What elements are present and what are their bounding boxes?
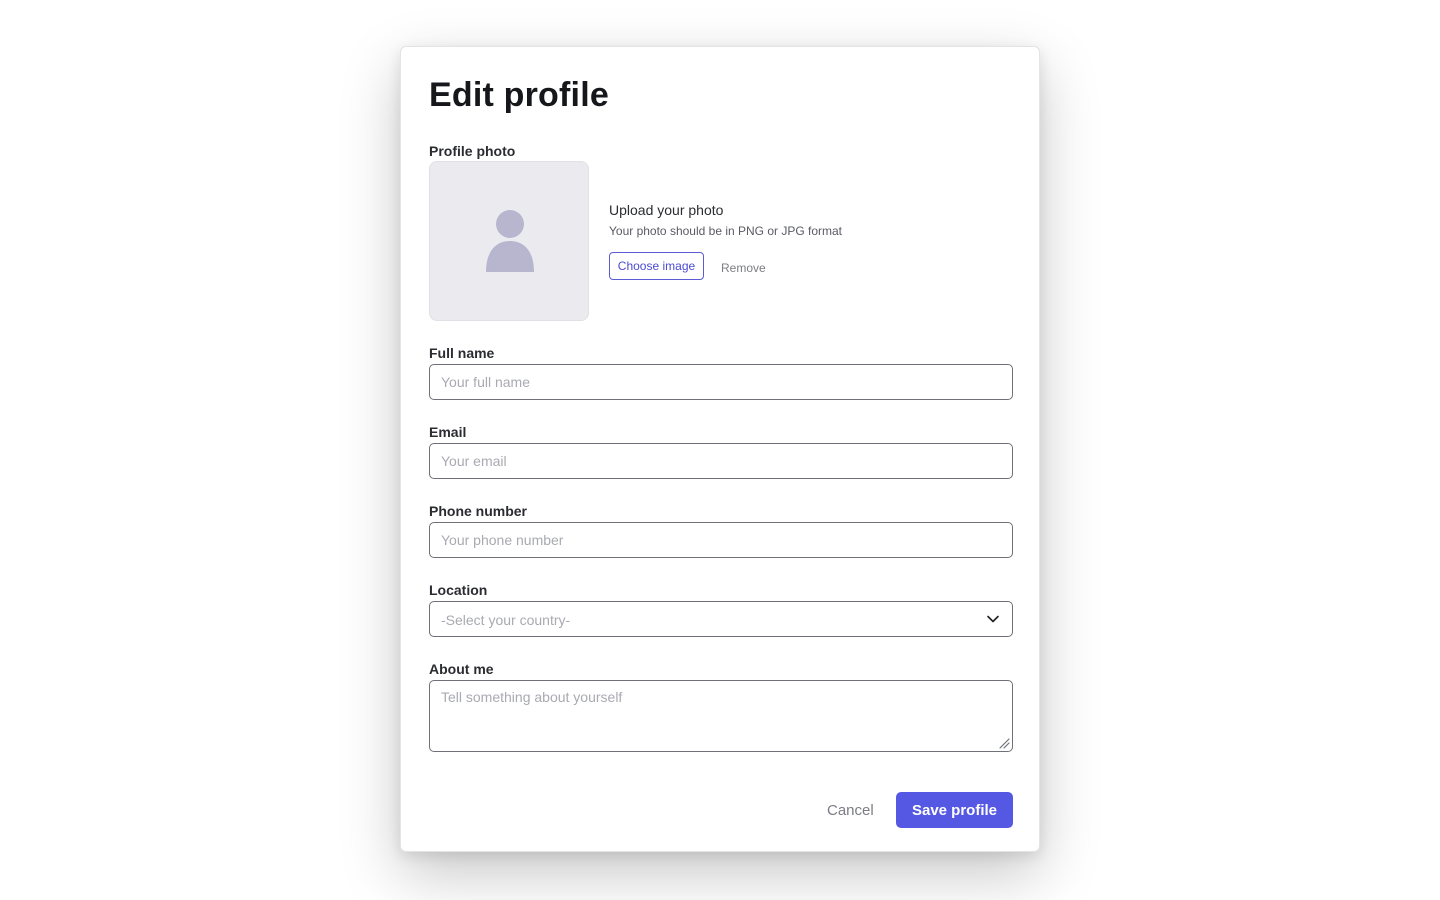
chevron-down-icon xyxy=(987,615,999,623)
profile-photo-label: Profile photo xyxy=(429,143,516,159)
full-name-input[interactable] xyxy=(429,364,1013,400)
email-label: Email xyxy=(429,424,467,440)
about-me-textarea[interactable] xyxy=(430,681,1012,751)
upload-photo-hint: Your photo should be in PNG or JPG forma… xyxy=(609,224,843,238)
phone-number-input[interactable] xyxy=(429,522,1013,558)
country-select-value: -Select your country- xyxy=(441,612,571,628)
edit-profile-dialog: Edit profile Profile photo Upload your p… xyxy=(400,46,1040,852)
choose-image-button[interactable]: Choose image xyxy=(609,252,704,280)
upload-photo-title: Upload your photo xyxy=(609,202,724,218)
cancel-button[interactable]: Cancel xyxy=(827,801,874,821)
full-name-label: Full name xyxy=(429,345,495,361)
resize-handle-icon[interactable] xyxy=(998,737,1010,749)
about-me-field xyxy=(429,680,1013,752)
avatar-placeholder xyxy=(429,161,589,321)
about-me-label: About me xyxy=(429,661,494,677)
email-input[interactable] xyxy=(429,443,1013,479)
phone-number-label: Phone number xyxy=(429,503,528,519)
save-profile-button[interactable]: Save profile xyxy=(896,792,1013,828)
country-select[interactable]: -Select your country- xyxy=(429,601,1013,637)
user-silhouette-icon xyxy=(486,210,534,272)
location-label: Location xyxy=(429,582,488,598)
remove-photo-button[interactable]: Remove xyxy=(721,260,766,276)
page-title: Edit profile xyxy=(429,76,609,114)
